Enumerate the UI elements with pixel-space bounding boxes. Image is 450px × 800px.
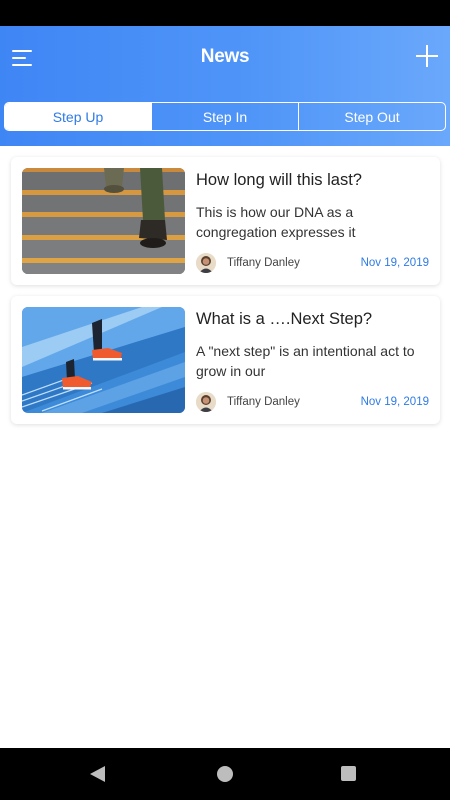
tab-step-up[interactable]: Step Up — [5, 103, 151, 130]
news-card[interactable]: How long will this last? This is how our… — [11, 157, 440, 285]
author-avatar — [196, 392, 216, 412]
system-nav-bar — [0, 748, 450, 800]
article-title: How long will this last? — [196, 171, 362, 189]
news-card[interactable]: What is a ….Next Step? A "next step" is … — [11, 296, 440, 424]
article-title: What is a ….Next Step? — [196, 310, 373, 328]
author-name: Tiffany Danley — [227, 257, 300, 269]
segmented-tabs: Step Up Step In Step Out — [4, 102, 446, 131]
back-icon[interactable] — [90, 766, 105, 782]
recents-icon[interactable] — [341, 766, 356, 781]
post-date: Nov 19, 2019 — [360, 396, 429, 408]
author-avatar — [196, 253, 216, 273]
status-bar — [0, 0, 450, 26]
article-thumbnail — [22, 307, 185, 413]
tab-step-out[interactable]: Step Out — [298, 103, 445, 130]
article-thumbnail — [22, 168, 185, 274]
plus-icon[interactable] — [416, 45, 438, 67]
tab-step-in[interactable]: Step In — [151, 103, 298, 130]
post-date: Nov 19, 2019 — [360, 257, 429, 269]
article-excerpt: This is how our DNA as a congregation ex… — [196, 204, 356, 240]
author-name: Tiffany Danley — [227, 396, 300, 408]
article-excerpt: A "next step" is an intentional act to g… — [196, 343, 415, 379]
page-title: News — [200, 46, 250, 67]
app-header: News Step Up Step In Step Out — [0, 26, 450, 146]
home-icon[interactable] — [217, 766, 233, 782]
